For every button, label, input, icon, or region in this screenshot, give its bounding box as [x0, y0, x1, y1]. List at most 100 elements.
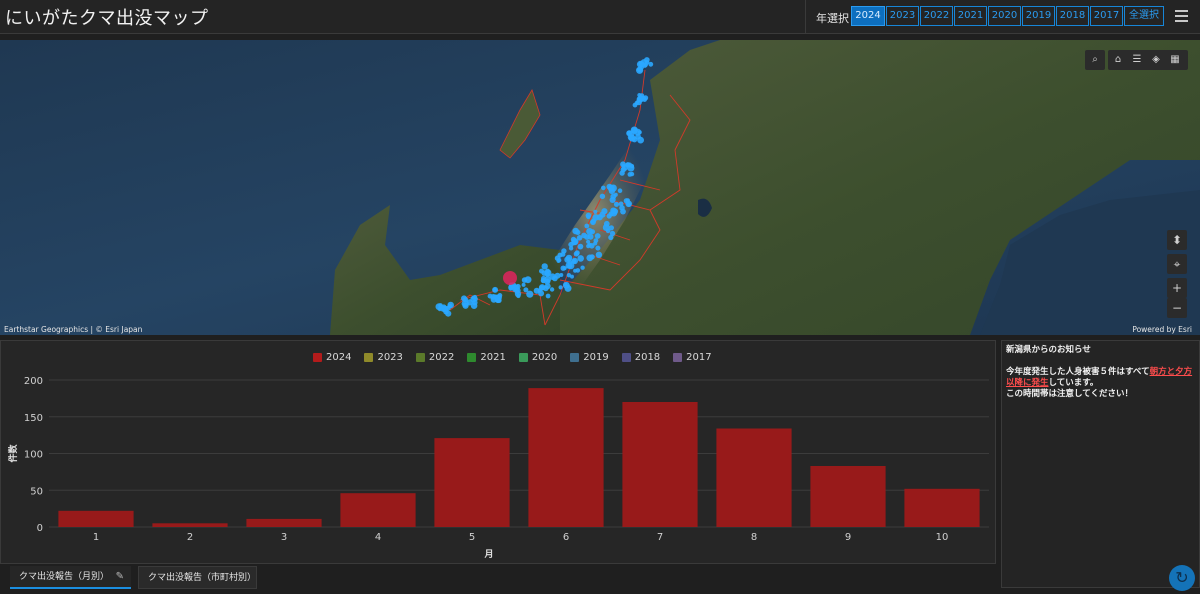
bar-month-3[interactable]	[246, 518, 322, 527]
sighting-point	[492, 287, 497, 292]
sighting-point	[557, 258, 562, 263]
sighting-point	[445, 310, 452, 317]
sighting-point	[613, 192, 618, 197]
sighting-point	[524, 276, 532, 284]
year-button-2018[interactable]: 2018	[1056, 6, 1089, 26]
year-button-2019[interactable]: 2019	[1022, 6, 1055, 26]
sighting-point	[593, 209, 598, 214]
sighting-point	[565, 254, 573, 262]
bar-month-1[interactable]	[58, 510, 134, 527]
sightings-layer[interactable]	[0, 40, 1200, 335]
tab-municipality-report[interactable]: クマ出没報告（市町村別）	[138, 566, 257, 589]
sighting-point	[599, 193, 606, 199]
sighting-point	[627, 164, 635, 172]
app-title: にいがたクマ出没マップ	[5, 8, 209, 29]
x-tick-label: 4	[375, 532, 381, 543]
sighting-point	[580, 265, 585, 270]
report-tabs: クマ出没報告（月別） ✎ クマ出没報告（市町村別）	[0, 564, 996, 594]
layers-icon[interactable]: ◈	[1147, 51, 1165, 69]
sighting-point	[599, 211, 606, 218]
x-tick-label: 6	[563, 532, 569, 543]
year-button-2020[interactable]: 2020	[988, 6, 1021, 26]
sighting-point	[636, 66, 644, 74]
zoom-in-icon[interactable]: +	[1167, 278, 1187, 298]
sighting-point	[601, 185, 606, 191]
year-button-2017[interactable]: 2017	[1090, 6, 1123, 26]
sighting-point	[648, 61, 654, 67]
year-button-2024[interactable]: 2024	[851, 6, 885, 26]
map-attribution: Earthstar Geographics | © Esri Japan	[4, 325, 143, 334]
sighting-point	[516, 293, 521, 299]
sighting-point	[595, 251, 603, 258]
sighting-point	[584, 234, 590, 240]
sighting-point	[557, 252, 563, 258]
bar-month-2[interactable]	[152, 523, 228, 527]
sighting-point	[587, 242, 592, 247]
x-tick-label: 7	[657, 532, 663, 543]
pencil-icon[interactable]: ✎	[116, 566, 124, 588]
sighting-point	[554, 272, 561, 279]
bar-month-6[interactable]	[528, 388, 604, 527]
compass-icon[interactable]: ⬍	[1167, 230, 1187, 250]
locate-icon[interactable]: ⌖	[1167, 254, 1187, 274]
sighting-point	[526, 290, 534, 298]
y-tick-label: 200	[24, 376, 43, 387]
tab-monthly-label: クマ出没報告（月別）	[19, 572, 110, 582]
sighting-point	[567, 260, 573, 266]
sighting-points[interactable]	[435, 57, 654, 317]
bar-month-8[interactable]	[716, 428, 792, 528]
sighting-point	[613, 201, 620, 207]
tab-monthly-report[interactable]: クマ出没報告（月別） ✎	[10, 566, 131, 589]
esri-powered-by[interactable]: Powered by Esri	[1132, 325, 1192, 334]
menu-icon[interactable]	[1175, 10, 1188, 22]
y-tick-label: 100	[24, 450, 43, 461]
bar-month-7[interactable]	[622, 402, 698, 527]
bar-month-9[interactable]	[810, 466, 886, 527]
sighting-point	[545, 268, 551, 274]
monthly-chart-panel: 2024 2023 2022 2021 2020 2019 2018 2017 0 50 100 1…	[0, 340, 996, 564]
sighting-point	[568, 246, 574, 251]
sighting-point	[558, 285, 563, 290]
sighting-point	[571, 257, 578, 265]
sighting-point	[577, 243, 584, 250]
sighting-point	[566, 273, 572, 278]
year-button-2023[interactable]: 2023	[886, 6, 919, 26]
map-view[interactable]: ⌕ ⌂ ☰ ◈ ▦ ⬍ ⌖ + − Earthstar Geographics …	[0, 40, 1200, 335]
y-axis-label: 件数	[7, 444, 19, 463]
sighting-point	[570, 236, 577, 243]
bar-month-5[interactable]	[434, 438, 510, 527]
year-button-2022[interactable]: 2022	[920, 6, 953, 26]
bar-month-10[interactable]	[904, 488, 980, 527]
sighting-point	[637, 130, 642, 135]
zoom-out-icon[interactable]: −	[1167, 298, 1187, 318]
sighting-point	[609, 230, 616, 237]
monthly-bar-chart: 0 50 100 150 200 1 2 3 4 5 6 7 8 9 10 月 件数	[7, 376, 989, 560]
sighting-point	[629, 171, 635, 177]
basemap-gallery-icon[interactable]: ▦	[1166, 51, 1184, 69]
sighting-point	[549, 287, 555, 292]
sighting-point	[495, 298, 500, 303]
x-tick-label: 8	[751, 532, 757, 543]
sighting-point	[576, 235, 583, 241]
bar-month-4[interactable]	[340, 493, 416, 527]
year-button-all[interactable]: 全選択	[1124, 6, 1164, 26]
search-icon[interactable]: ⌕	[1086, 51, 1104, 69]
tab-municipality-label: クマ出没報告（市町村別）	[148, 573, 257, 583]
sighting-point	[634, 100, 639, 106]
sighting-point	[593, 238, 599, 244]
y-tick-label: 50	[30, 486, 43, 497]
list-icon[interactable]: ☰	[1128, 51, 1146, 69]
map-search-toolbar: ⌕	[1085, 50, 1105, 70]
y-tick-label: 0	[37, 523, 43, 534]
sighting-point	[594, 233, 601, 239]
x-tick-label: 2	[187, 532, 193, 543]
sighting-point	[447, 303, 453, 309]
home-icon[interactable]: ⌂	[1109, 51, 1127, 69]
sighting-point	[608, 188, 616, 195]
notice-title: 新潟県からのお知らせ	[1006, 345, 1091, 355]
refresh-icon[interactable]: ↻	[1169, 565, 1195, 591]
year-button-2021[interactable]: 2021	[954, 6, 987, 26]
sighting-point	[471, 295, 476, 300]
sighting-point	[586, 228, 593, 235]
sighting-point	[560, 265, 566, 271]
